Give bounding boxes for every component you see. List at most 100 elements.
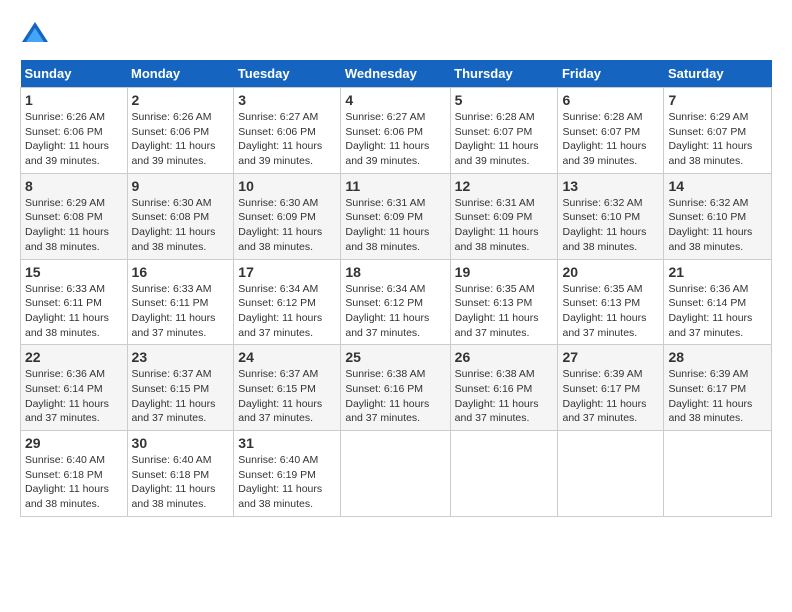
- day-info: Sunrise: 6:29 AM Sunset: 6:07 PM Dayligh…: [668, 110, 767, 169]
- column-header-sunday: Sunday: [21, 60, 128, 88]
- calendar-day-5: 5 Sunrise: 6:28 AM Sunset: 6:07 PM Dayli…: [450, 88, 558, 174]
- day-info: Sunrise: 6:35 AM Sunset: 6:13 PM Dayligh…: [455, 282, 554, 341]
- calendar-day-11: 11 Sunrise: 6:31 AM Sunset: 6:09 PM Dayl…: [341, 173, 450, 259]
- calendar-day-28: 28 Sunrise: 6:39 AM Sunset: 6:17 PM Dayl…: [664, 345, 772, 431]
- calendar-day-20: 20 Sunrise: 6:35 AM Sunset: 6:13 PM Dayl…: [558, 259, 664, 345]
- calendar-day-19: 19 Sunrise: 6:35 AM Sunset: 6:13 PM Dayl…: [450, 259, 558, 345]
- day-number: 3: [238, 92, 336, 108]
- day-info: Sunrise: 6:37 AM Sunset: 6:15 PM Dayligh…: [238, 367, 336, 426]
- calendar-week-3: 15 Sunrise: 6:33 AM Sunset: 6:11 PM Dayl…: [21, 259, 772, 345]
- calendar-day-27: 27 Sunrise: 6:39 AM Sunset: 6:17 PM Dayl…: [558, 345, 664, 431]
- day-number: 6: [562, 92, 659, 108]
- calendar-table: SundayMondayTuesdayWednesdayThursdayFrid…: [20, 60, 772, 517]
- day-info: Sunrise: 6:32 AM Sunset: 6:10 PM Dayligh…: [562, 196, 659, 255]
- day-info: Sunrise: 6:29 AM Sunset: 6:08 PM Dayligh…: [25, 196, 123, 255]
- calendar-day-14: 14 Sunrise: 6:32 AM Sunset: 6:10 PM Dayl…: [664, 173, 772, 259]
- day-number: 13: [562, 178, 659, 194]
- day-number: 25: [345, 349, 445, 365]
- day-number: 17: [238, 264, 336, 280]
- logo-icon: [20, 20, 50, 50]
- day-number: 7: [668, 92, 767, 108]
- calendar-day-6: 6 Sunrise: 6:28 AM Sunset: 6:07 PM Dayli…: [558, 88, 664, 174]
- day-info: Sunrise: 6:38 AM Sunset: 6:16 PM Dayligh…: [345, 367, 445, 426]
- day-info: Sunrise: 6:31 AM Sunset: 6:09 PM Dayligh…: [455, 196, 554, 255]
- day-info: Sunrise: 6:27 AM Sunset: 6:06 PM Dayligh…: [238, 110, 336, 169]
- calendar-day-12: 12 Sunrise: 6:31 AM Sunset: 6:09 PM Dayl…: [450, 173, 558, 259]
- day-number: 9: [132, 178, 230, 194]
- day-number: 26: [455, 349, 554, 365]
- day-number: 10: [238, 178, 336, 194]
- day-info: Sunrise: 6:34 AM Sunset: 6:12 PM Dayligh…: [238, 282, 336, 341]
- day-number: 18: [345, 264, 445, 280]
- empty-cell: [341, 431, 450, 517]
- day-number: 19: [455, 264, 554, 280]
- day-number: 27: [562, 349, 659, 365]
- day-info: Sunrise: 6:33 AM Sunset: 6:11 PM Dayligh…: [25, 282, 123, 341]
- day-info: Sunrise: 6:30 AM Sunset: 6:08 PM Dayligh…: [132, 196, 230, 255]
- day-info: Sunrise: 6:38 AM Sunset: 6:16 PM Dayligh…: [455, 367, 554, 426]
- column-header-monday: Monday: [127, 60, 234, 88]
- calendar-week-1: 1 Sunrise: 6:26 AM Sunset: 6:06 PM Dayli…: [21, 88, 772, 174]
- day-number: 4: [345, 92, 445, 108]
- day-info: Sunrise: 6:32 AM Sunset: 6:10 PM Dayligh…: [668, 196, 767, 255]
- day-number: 11: [345, 178, 445, 194]
- calendar-week-4: 22 Sunrise: 6:36 AM Sunset: 6:14 PM Dayl…: [21, 345, 772, 431]
- day-number: 5: [455, 92, 554, 108]
- day-number: 22: [25, 349, 123, 365]
- day-number: 8: [25, 178, 123, 194]
- calendar-day-16: 16 Sunrise: 6:33 AM Sunset: 6:11 PM Dayl…: [127, 259, 234, 345]
- day-info: Sunrise: 6:30 AM Sunset: 6:09 PM Dayligh…: [238, 196, 336, 255]
- calendar-day-25: 25 Sunrise: 6:38 AM Sunset: 6:16 PM Dayl…: [341, 345, 450, 431]
- calendar-day-1: 1 Sunrise: 6:26 AM Sunset: 6:06 PM Dayli…: [21, 88, 128, 174]
- day-number: 12: [455, 178, 554, 194]
- day-number: 15: [25, 264, 123, 280]
- calendar-day-17: 17 Sunrise: 6:34 AM Sunset: 6:12 PM Dayl…: [234, 259, 341, 345]
- empty-cell: [558, 431, 664, 517]
- calendar-day-22: 22 Sunrise: 6:36 AM Sunset: 6:14 PM Dayl…: [21, 345, 128, 431]
- day-number: 14: [668, 178, 767, 194]
- calendar-day-21: 21 Sunrise: 6:36 AM Sunset: 6:14 PM Dayl…: [664, 259, 772, 345]
- day-info: Sunrise: 6:34 AM Sunset: 6:12 PM Dayligh…: [345, 282, 445, 341]
- empty-cell: [664, 431, 772, 517]
- day-number: 31: [238, 435, 336, 451]
- calendar-day-18: 18 Sunrise: 6:34 AM Sunset: 6:12 PM Dayl…: [341, 259, 450, 345]
- day-info: Sunrise: 6:27 AM Sunset: 6:06 PM Dayligh…: [345, 110, 445, 169]
- page-header: [20, 20, 772, 50]
- calendar-day-10: 10 Sunrise: 6:30 AM Sunset: 6:09 PM Dayl…: [234, 173, 341, 259]
- calendar-day-31: 31 Sunrise: 6:40 AM Sunset: 6:19 PM Dayl…: [234, 431, 341, 517]
- column-header-friday: Friday: [558, 60, 664, 88]
- day-number: 16: [132, 264, 230, 280]
- day-info: Sunrise: 6:33 AM Sunset: 6:11 PM Dayligh…: [132, 282, 230, 341]
- calendar-day-8: 8 Sunrise: 6:29 AM Sunset: 6:08 PM Dayli…: [21, 173, 128, 259]
- calendar-day-29: 29 Sunrise: 6:40 AM Sunset: 6:18 PM Dayl…: [21, 431, 128, 517]
- day-info: Sunrise: 6:40 AM Sunset: 6:18 PM Dayligh…: [132, 453, 230, 512]
- column-header-thursday: Thursday: [450, 60, 558, 88]
- calendar-day-2: 2 Sunrise: 6:26 AM Sunset: 6:06 PM Dayli…: [127, 88, 234, 174]
- day-info: Sunrise: 6:37 AM Sunset: 6:15 PM Dayligh…: [132, 367, 230, 426]
- calendar-day-3: 3 Sunrise: 6:27 AM Sunset: 6:06 PM Dayli…: [234, 88, 341, 174]
- calendar-day-15: 15 Sunrise: 6:33 AM Sunset: 6:11 PM Dayl…: [21, 259, 128, 345]
- column-header-tuesday: Tuesday: [234, 60, 341, 88]
- empty-cell: [450, 431, 558, 517]
- calendar-day-24: 24 Sunrise: 6:37 AM Sunset: 6:15 PM Dayl…: [234, 345, 341, 431]
- day-number: 20: [562, 264, 659, 280]
- column-header-wednesday: Wednesday: [341, 60, 450, 88]
- calendar-header-row: SundayMondayTuesdayWednesdayThursdayFrid…: [21, 60, 772, 88]
- day-info: Sunrise: 6:26 AM Sunset: 6:06 PM Dayligh…: [25, 110, 123, 169]
- day-info: Sunrise: 6:35 AM Sunset: 6:13 PM Dayligh…: [562, 282, 659, 341]
- day-number: 24: [238, 349, 336, 365]
- day-info: Sunrise: 6:40 AM Sunset: 6:19 PM Dayligh…: [238, 453, 336, 512]
- day-number: 28: [668, 349, 767, 365]
- day-info: Sunrise: 6:31 AM Sunset: 6:09 PM Dayligh…: [345, 196, 445, 255]
- calendar-day-23: 23 Sunrise: 6:37 AM Sunset: 6:15 PM Dayl…: [127, 345, 234, 431]
- day-number: 1: [25, 92, 123, 108]
- calendar-day-30: 30 Sunrise: 6:40 AM Sunset: 6:18 PM Dayl…: [127, 431, 234, 517]
- day-number: 30: [132, 435, 230, 451]
- day-number: 21: [668, 264, 767, 280]
- day-info: Sunrise: 6:36 AM Sunset: 6:14 PM Dayligh…: [25, 367, 123, 426]
- column-header-saturday: Saturday: [664, 60, 772, 88]
- calendar-day-26: 26 Sunrise: 6:38 AM Sunset: 6:16 PM Dayl…: [450, 345, 558, 431]
- day-info: Sunrise: 6:39 AM Sunset: 6:17 PM Dayligh…: [562, 367, 659, 426]
- calendar-day-13: 13 Sunrise: 6:32 AM Sunset: 6:10 PM Dayl…: [558, 173, 664, 259]
- day-info: Sunrise: 6:39 AM Sunset: 6:17 PM Dayligh…: [668, 367, 767, 426]
